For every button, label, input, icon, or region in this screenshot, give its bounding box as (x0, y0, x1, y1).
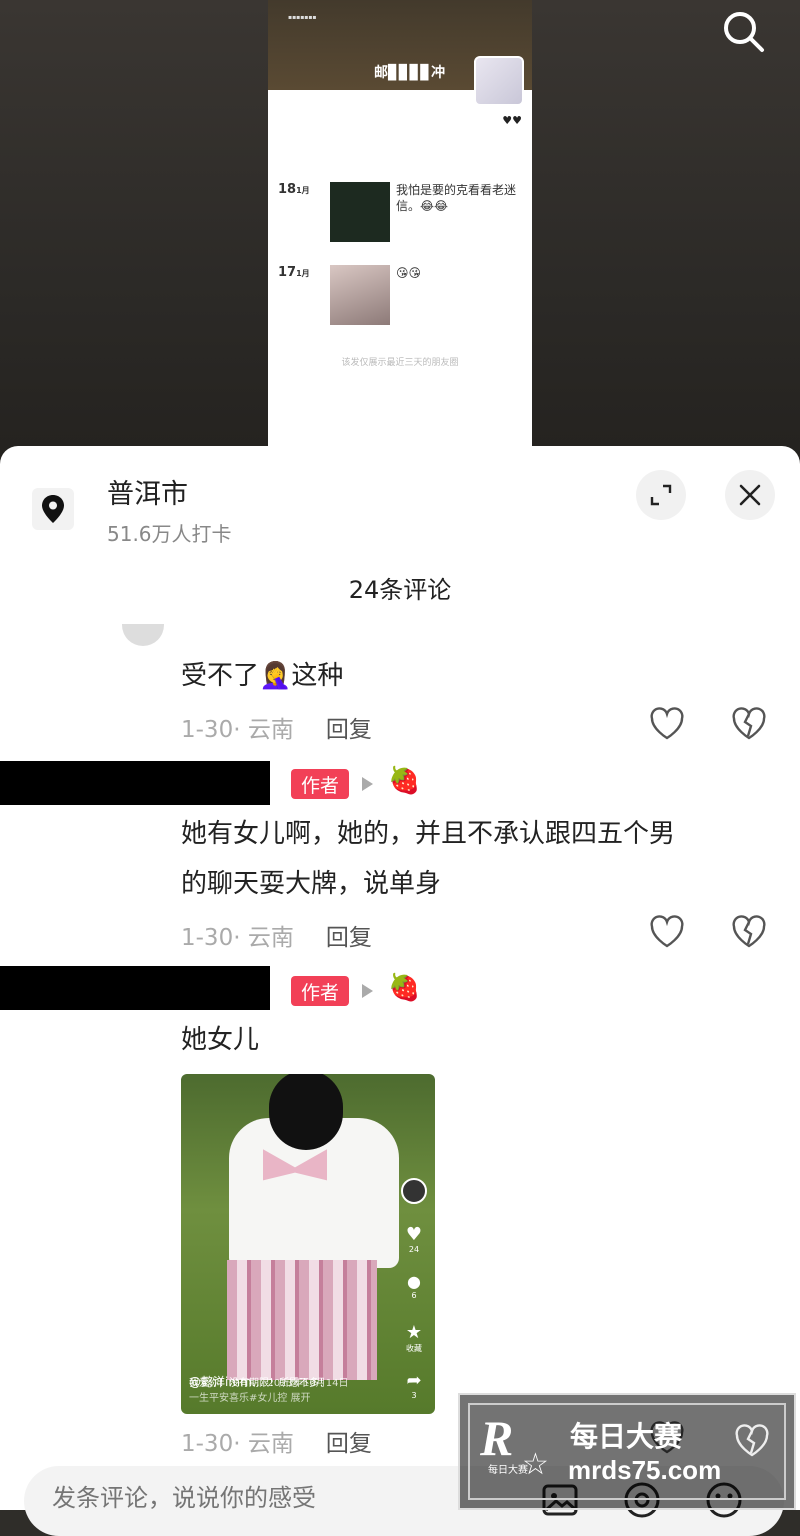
comment-meta: 1-30· 云南 回复 (181, 1424, 372, 1458)
heart-icon: ♥ (405, 1224, 423, 1245)
reply-button[interactable]: 回复 (326, 717, 372, 743)
moment-month: 1月 (296, 186, 310, 195)
search-icon[interactable] (720, 8, 766, 54)
avatar (474, 56, 524, 106)
video-favorite[interactable]: ★ 收藏 (401, 1322, 427, 1354)
moment-day: 18 (278, 182, 297, 197)
moment-image (330, 182, 390, 242)
comment-input[interactable] (52, 1484, 492, 1512)
post-header-caption: ▪▪▪▪▪▪▪ (288, 14, 317, 21)
hearts-icon: ♥♥ (502, 114, 522, 127)
moment-day: 17 (278, 265, 297, 280)
video-preview[interactable]: ♥ 24 ● 6 ★ 收藏 ➦ 3 @懿洋imm… 2023年10月14日 我爱你！没有… (181, 1074, 435, 1414)
share-arrow-icon: ➦ (406, 1370, 422, 1391)
moments-footer: 该发仅展示最近三天的朋友圈 (341, 358, 459, 368)
author-badge: 作者 (291, 769, 349, 799)
video-favorite-label: 收藏 (406, 1344, 422, 1353)
comment-count: 24条评论 (348, 576, 452, 604)
close-button[interactable] (725, 470, 775, 520)
reply-arrow-icon (362, 777, 373, 791)
redacted-username (0, 761, 270, 805)
video-caption: 我爱你！没有期限！所愿不多！ 一生平安喜乐#女儿控 展开 (189, 1374, 329, 1404)
video-like[interactable]: ♥ 24 (401, 1224, 427, 1254)
comment-meta: 1-30· 云南 回复 (181, 918, 372, 952)
like-icon[interactable] (647, 704, 687, 744)
post-header: ▪▪▪▪▪▪▪ 邮▊▊▊▊冲 (268, 0, 532, 106)
comment-text: 的聊天耍大牌，说单身 (181, 869, 442, 899)
video-share-count: 3 (411, 1391, 417, 1400)
watermark-title: 每日大赛 (570, 1420, 683, 1453)
video-skirt (227, 1260, 377, 1380)
post-title: 邮▊▊▊▊冲 (374, 65, 446, 81)
location-title[interactable]: 普洱市 (107, 472, 188, 511)
video-caption-line1: 我爱你！没有期限！所愿不多！ (189, 1378, 329, 1389)
comment-text: 她有女儿啊，她的，并且不承认跟四五个男 (181, 819, 676, 849)
dislike-icon[interactable] (732, 1421, 772, 1461)
moment-image (330, 265, 390, 325)
avatar[interactable] (122, 624, 164, 646)
moment-text: 我怕是要的克看看老迷信。😂😂 (396, 183, 517, 213)
video-like-count: 24 (408, 1245, 420, 1254)
like-icon[interactable] (647, 912, 687, 952)
expand-button[interactable] (636, 470, 686, 520)
video-figure-head (269, 1074, 343, 1150)
comment-bubble-icon: ● (407, 1272, 421, 1291)
video-avatar[interactable] (401, 1178, 427, 1204)
location-pin-icon (32, 488, 74, 530)
comment-date: 1-30· 云南 (181, 925, 294, 951)
star-icon: ★ (405, 1322, 423, 1343)
watermark-logo: R (480, 1410, 514, 1466)
strawberry-icon: 🍓 (388, 766, 421, 796)
reply-arrow-icon (362, 984, 373, 998)
background-post-screenshot: ▪▪▪▪▪▪▪ 邮▊▊▊▊冲 ♥♥ 181月 我怕是要的克看看老迷信。😂😂 17… (268, 0, 532, 460)
comment-text: 她女儿 (181, 1025, 260, 1055)
video-comment-count: 6 (411, 1291, 417, 1300)
star-icon: ☆ (522, 1447, 549, 1482)
video-caption-line2: 一生平安喜乐#女儿控 展开 (189, 1393, 311, 1404)
reply-button[interactable]: 回复 (326, 1431, 372, 1457)
watermark: R 每日大赛 ☆ 每日大赛 mrds75.com (458, 1393, 796, 1510)
moment-item: 171月 😘😘 (278, 265, 526, 325)
dislike-icon[interactable] (729, 704, 769, 744)
comment-meta: 1-30· 云南 回复 (181, 710, 372, 744)
comments-sheet: 普洱市 51.6万人打卡 24条评论 受不了🤦‍♀️这种 1-30· 云南 回复 … (0, 446, 800, 1536)
redacted-username (0, 966, 270, 1010)
author-badge: 作者 (291, 976, 349, 1006)
watermark-url: mrds75.com (568, 1455, 722, 1485)
video-share[interactable]: ➦ 3 (401, 1370, 427, 1400)
expand-icon (650, 484, 672, 506)
checkin-count: 51.6万人打卡 (107, 522, 232, 546)
video-comment[interactable]: ● 6 (401, 1272, 427, 1300)
dislike-icon[interactable] (729, 912, 769, 952)
reply-button[interactable]: 回复 (326, 925, 372, 951)
comment-text: 受不了🤦‍♀️这种 (181, 661, 344, 691)
strawberry-icon: 🍓 (388, 973, 421, 1003)
comment-date: 1-30· 云南 (181, 1431, 294, 1457)
moment-month: 1月 (296, 269, 310, 278)
moment-item: 181月 我怕是要的克看看老迷信。😂😂 (278, 182, 526, 242)
comment-date: 1-30· 云南 (181, 717, 294, 743)
close-icon (739, 484, 761, 506)
moment-text: 😘😘 (396, 266, 422, 280)
